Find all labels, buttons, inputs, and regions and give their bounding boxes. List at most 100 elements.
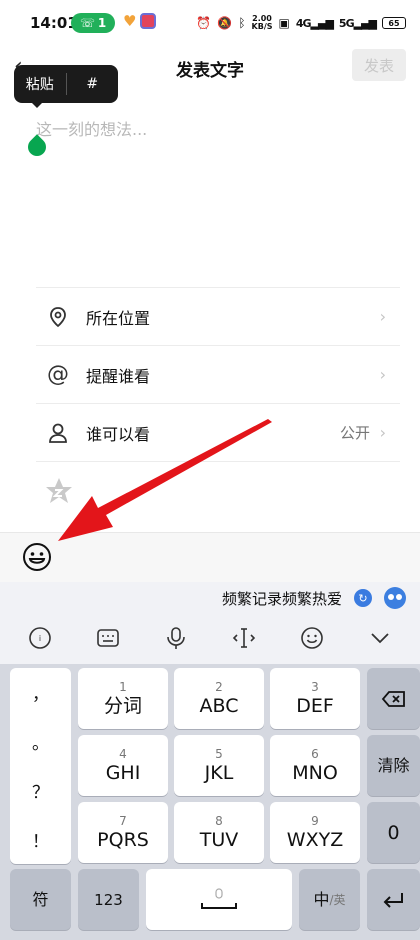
key-number: 4: [119, 746, 127, 761]
cursor-move-icon[interactable]: [224, 618, 264, 658]
suggestion-bar: 频繁记录频繁热爱 ↻: [0, 582, 420, 614]
backspace-icon: [381, 690, 405, 707]
punctuation-column: ， 。 ？ ！: [10, 668, 71, 864]
clear-key[interactable]: 清除: [367, 735, 420, 796]
key-letters: GHI: [105, 761, 141, 784]
suggestion-text[interactable]: 频繁记录频繁热爱: [222, 588, 342, 609]
post-text-input[interactable]: [36, 114, 396, 144]
lang-sub: /英: [329, 893, 346, 907]
network-speed: 2.00 KB/S: [252, 15, 273, 31]
at-icon: @: [47, 362, 69, 387]
option-label: 提醒谁看: [86, 366, 151, 386]
popup-pointer: [30, 101, 44, 108]
publish-button[interactable]: 发表: [352, 49, 406, 81]
numeric-label: 123: [94, 890, 123, 909]
punct-key[interactable]: 。: [10, 717, 71, 766]
keyboard: 频繁记录频繁热爱 ↻ i ， 。 ？ ！ 1 分词 2 ABC 3 DEF 4 …: [0, 582, 420, 940]
key-9[interactable]: 9 WXYZ: [270, 802, 360, 863]
nfc-icon: ▣: [278, 16, 290, 30]
key-number: 9: [311, 813, 319, 828]
keyboard-layout-icon[interactable]: [88, 618, 128, 658]
clear-label: 清除: [377, 755, 410, 775]
collapse-keyboard-icon[interactable]: [360, 618, 400, 658]
chevron-right-icon: ›: [379, 365, 386, 384]
symbol-label: 符: [32, 889, 49, 909]
paste-popup: 粘贴 #: [14, 65, 118, 103]
key-1[interactable]: 1 分词: [78, 668, 168, 729]
punct-key[interactable]: ！: [10, 815, 71, 864]
key-letters: JKL: [204, 761, 234, 784]
voice-input-icon[interactable]: i: [20, 618, 60, 658]
zero-key[interactable]: 0: [367, 802, 420, 863]
heart-icon: ♥: [123, 12, 137, 30]
option-divider: [36, 461, 400, 462]
key-letters: ABC: [199, 694, 239, 717]
call-count: 1: [97, 16, 107, 30]
post-options: 所在位置 › @ 提醒谁看 › 谁可以看 公开 ›: [36, 287, 400, 462]
key-number: 3: [311, 679, 319, 694]
space-key[interactable]: [146, 869, 292, 930]
key-number: 7: [119, 813, 127, 828]
option-location[interactable]: 所在位置 ›: [36, 287, 400, 345]
symbol-key[interactable]: 符: [10, 869, 71, 930]
zero-label: 0: [387, 821, 400, 844]
punct-key[interactable]: ，: [10, 668, 71, 717]
bluetooth-icon: ᛒ: [238, 16, 246, 30]
key-7[interactable]: 7 PQRS: [78, 802, 168, 863]
status-bar: 14:01 ☏ 1 ♥ ⏰ 🔕 ᛒ 2.00 KB/S ▣ 4G▂▄▆ 5G▂▄…: [0, 0, 420, 44]
keyboard-mascot-icon[interactable]: [384, 587, 406, 609]
key-letters: PQRS: [97, 828, 149, 851]
key-letters: DEF: [296, 694, 334, 717]
svg-text:i: i: [39, 634, 41, 643]
key-number: 1: [119, 679, 127, 694]
call-indicator[interactable]: ☏ 1: [71, 13, 115, 33]
key-letters: 分词: [103, 694, 142, 717]
key-number: 2: [215, 679, 223, 694]
key-2[interactable]: 2 ABC: [174, 668, 264, 729]
hashtag-button[interactable]: #: [67, 76, 119, 92]
language-key[interactable]: 中 /英: [299, 869, 360, 930]
key-5[interactable]: 5 JKL: [174, 735, 264, 796]
space-mic-icon: [201, 887, 237, 909]
option-visibility[interactable]: 谁可以看 公开 ›: [36, 403, 400, 461]
app-notification-icon: [140, 13, 156, 29]
key-letters: MNO: [292, 761, 338, 784]
signal-1: 4G▂▄▆: [295, 16, 334, 30]
backspace-key[interactable]: [367, 668, 420, 729]
alarm-icon: ⏰: [196, 16, 212, 30]
person-icon: [46, 421, 70, 445]
key-6[interactable]: 6 MNO: [270, 735, 360, 796]
numeric-key[interactable]: 123: [78, 869, 139, 930]
battery-icon: 65: [382, 17, 406, 29]
key-3[interactable]: 3 DEF: [270, 668, 360, 729]
refresh-icon[interactable]: ↻: [354, 589, 372, 607]
keypad: ， 。 ？ ！ 1 分词 2 ABC 3 DEF 4 GHI 5 JKL 6 M…: [0, 664, 420, 940]
punct-key[interactable]: ？: [10, 766, 71, 815]
visibility-value: 公开: [339, 424, 370, 442]
option-label: 谁可以看: [86, 424, 151, 444]
phone-icon: ☏: [79, 16, 95, 30]
key-8[interactable]: 8 TUV: [174, 802, 264, 863]
keyboard-toolbar: i: [0, 614, 420, 662]
enter-icon: [383, 892, 403, 908]
paste-button[interactable]: 粘贴: [14, 74, 66, 94]
favorite-star-icon[interactable]: [44, 476, 74, 506]
key-4[interactable]: 4 GHI: [78, 735, 168, 796]
lang-main: 中: [313, 889, 330, 909]
emoji-keyboard-icon[interactable]: [292, 618, 332, 658]
mute-icon: 🔕: [217, 16, 233, 30]
signal-2: 5G▂▄▆: [338, 16, 377, 30]
chevron-right-icon: ›: [379, 307, 386, 326]
key-number: 8: [215, 813, 223, 828]
status-icons: ⏰ 🔕 ᛒ 2.00 KB/S ▣ 4G▂▄▆ 5G▂▄▆ 65: [196, 13, 406, 33]
microphone-icon[interactable]: [156, 618, 196, 658]
key-number: 5: [215, 746, 223, 761]
enter-key[interactable]: [367, 869, 420, 930]
emoji-bar: [0, 532, 420, 582]
key-letters: TUV: [199, 828, 239, 851]
key-letters: WXYZ: [286, 828, 344, 851]
option-mention[interactable]: @ 提醒谁看 ›: [36, 345, 400, 403]
net-speed-unit: KB/S: [251, 22, 273, 31]
emoji-icon[interactable]: [22, 542, 52, 572]
location-pin-icon: [46, 305, 70, 329]
